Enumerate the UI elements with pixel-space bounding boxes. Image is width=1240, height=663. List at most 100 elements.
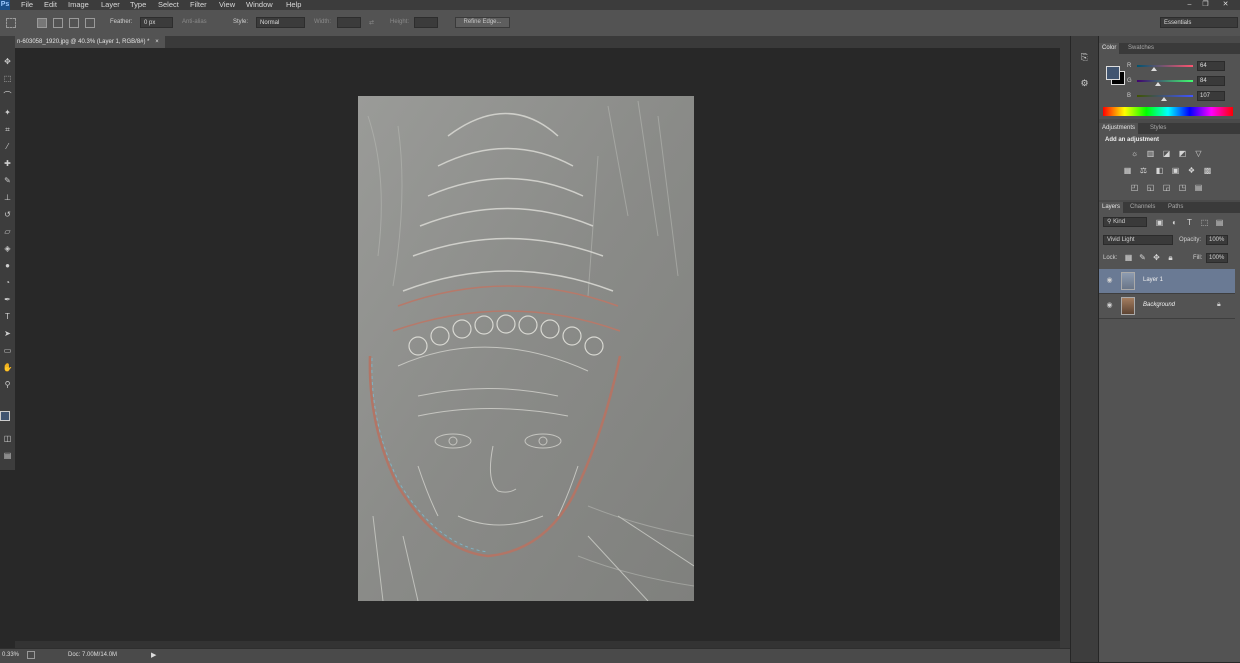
tab-styles[interactable]: Styles bbox=[1147, 123, 1169, 134]
layer-row-background[interactable]: ◉ Background 🔒︎ bbox=[1099, 294, 1235, 319]
r-value[interactable]: 64 bbox=[1197, 61, 1225, 71]
workspace-select[interactable]: Essentials bbox=[1160, 17, 1238, 28]
opacity-input[interactable]: 100% bbox=[1206, 235, 1228, 245]
clone-stamp-icon[interactable]: ⊥ bbox=[2, 192, 13, 203]
menu-type[interactable]: Type bbox=[130, 0, 146, 10]
invert-icon[interactable]: ◰ bbox=[1130, 183, 1139, 192]
width-input[interactable] bbox=[337, 17, 361, 28]
document-image[interactable] bbox=[358, 96, 694, 601]
feather-input[interactable]: 0 px bbox=[140, 17, 173, 28]
document-tab[interactable]: n-603058_1920.jpg @ 40.3% (Layer 1, RGB/… bbox=[15, 36, 165, 48]
posterize-icon[interactable]: ◱ bbox=[1146, 183, 1155, 192]
history-brush-icon[interactable]: ↺ bbox=[2, 209, 13, 220]
intersect-selection-icon[interactable] bbox=[85, 18, 95, 28]
paint-bucket-icon[interactable]: ◈ bbox=[2, 243, 13, 254]
fill-input[interactable]: 100% bbox=[1206, 253, 1228, 263]
menu-edit[interactable]: Edit bbox=[44, 0, 57, 10]
foreground-color-swatch[interactable] bbox=[0, 411, 10, 421]
curves-icon[interactable]: ◪ bbox=[1162, 149, 1171, 158]
menu-file[interactable]: File bbox=[21, 0, 33, 10]
minimize-button[interactable]: – bbox=[1183, 0, 1196, 10]
move-tool-icon[interactable]: ✥ bbox=[2, 56, 13, 67]
refine-edge-button[interactable]: Refine Edge... bbox=[455, 17, 510, 28]
menu-filter[interactable]: Filter bbox=[190, 0, 207, 10]
eraser-icon[interactable]: ▱ bbox=[2, 226, 13, 237]
status-menu-arrow-icon[interactable]: ▶ bbox=[151, 651, 156, 659]
slider-thumb[interactable] bbox=[1155, 82, 1162, 86]
zoom-level[interactable]: 0.33% bbox=[2, 652, 19, 658]
layer-filter-select[interactable]: ⚲ Kind bbox=[1103, 217, 1147, 227]
menu-help[interactable]: Help bbox=[286, 0, 301, 10]
hand-tool-icon[interactable]: ✋ bbox=[2, 362, 13, 373]
magic-wand-icon[interactable]: ✦ bbox=[2, 107, 13, 118]
new-selection-icon[interactable] bbox=[37, 18, 47, 28]
photo-filter-icon[interactable]: ▣ bbox=[1171, 166, 1180, 175]
visibility-eye-icon[interactable]: ◉ bbox=[1105, 276, 1114, 285]
close-app-button[interactable]: ✕ bbox=[1219, 0, 1232, 10]
menu-view[interactable]: View bbox=[219, 0, 235, 10]
b-slider[interactable] bbox=[1137, 95, 1193, 101]
filter-type-icon[interactable]: T bbox=[1185, 218, 1194, 227]
menu-select[interactable]: Select bbox=[158, 0, 179, 10]
r-slider[interactable] bbox=[1137, 65, 1193, 71]
vibrance-icon[interactable]: ▽ bbox=[1194, 149, 1203, 158]
hue-saturation-icon[interactable]: ▦ bbox=[1123, 166, 1132, 175]
marquee-tool-preset-icon[interactable] bbox=[6, 18, 16, 28]
layer-name[interactable]: Background bbox=[1143, 302, 1175, 308]
g-slider[interactable] bbox=[1137, 80, 1193, 86]
tab-paths[interactable]: Paths bbox=[1165, 202, 1186, 213]
shape-tool-icon[interactable]: ▭ bbox=[2, 345, 13, 356]
brush-tool-icon[interactable]: ✎ bbox=[2, 175, 13, 186]
antialias-checkbox[interactable]: Anti-alias bbox=[182, 19, 207, 25]
lock-position-icon[interactable]: ✥ bbox=[1152, 253, 1161, 262]
color-lookup-icon[interactable]: ▩ bbox=[1203, 166, 1212, 175]
visibility-eye-icon[interactable]: ◉ bbox=[1105, 301, 1114, 310]
style-select[interactable]: Normal bbox=[256, 17, 305, 28]
properties-panel-icon[interactable]: ⚙ bbox=[1079, 78, 1090, 89]
eyedropper-icon[interactable]: ⁄ bbox=[2, 141, 13, 152]
layer-row-layer-1[interactable]: ◉ Layer 1 bbox=[1099, 269, 1235, 294]
filter-adjustment-icon[interactable]: ◐ bbox=[1170, 218, 1179, 227]
marquee-tool-icon[interactable]: ⬚ bbox=[2, 73, 13, 84]
menu-window[interactable]: Window bbox=[246, 0, 273, 10]
path-selection-icon[interactable]: ➤ bbox=[2, 328, 13, 339]
blend-mode-select[interactable]: Vivid Light bbox=[1103, 235, 1173, 245]
add-selection-icon[interactable] bbox=[53, 18, 63, 28]
filter-pixel-icon[interactable]: ▣ bbox=[1155, 218, 1164, 227]
lock-all-icon[interactable]: 🔒︎ bbox=[1166, 253, 1175, 262]
healing-brush-icon[interactable]: ✚ bbox=[2, 158, 13, 169]
height-input[interactable] bbox=[414, 17, 438, 28]
channel-mixer-icon[interactable]: ❖ bbox=[1187, 166, 1196, 175]
filter-shape-icon[interactable]: ⬚ bbox=[1200, 218, 1209, 227]
blur-tool-icon[interactable]: ● bbox=[2, 260, 13, 271]
tab-adjustments[interactable]: Adjustments bbox=[1099, 123, 1139, 134]
crop-tool-icon[interactable]: ⌗ bbox=[2, 124, 13, 135]
subtract-selection-icon[interactable] bbox=[69, 18, 79, 28]
lock-transparent-icon[interactable]: ▦ bbox=[1124, 253, 1133, 262]
color-balance-icon[interactable]: ⚖ bbox=[1139, 166, 1148, 175]
lasso-tool-icon[interactable]: ⌒ bbox=[2, 90, 13, 101]
slider-thumb[interactable] bbox=[1160, 97, 1167, 101]
pen-tool-icon[interactable]: ✒ bbox=[2, 294, 13, 305]
restore-button[interactable]: ❐ bbox=[1199, 0, 1212, 10]
horizontal-scrollbar[interactable] bbox=[15, 641, 1060, 648]
quick-mask-icon[interactable]: ◫ bbox=[2, 433, 13, 444]
fg-color-swatch[interactable] bbox=[1106, 66, 1120, 80]
color-spectrum[interactable] bbox=[1103, 107, 1233, 116]
black-white-icon[interactable]: ◧ bbox=[1155, 166, 1164, 175]
filter-smart-icon[interactable]: ▤ bbox=[1215, 218, 1224, 227]
export-icon[interactable] bbox=[27, 651, 35, 659]
layer-name[interactable]: Layer 1 bbox=[1143, 277, 1163, 283]
screen-mode-icon[interactable]: ▤ bbox=[2, 450, 13, 461]
threshold-icon[interactable]: ◲ bbox=[1162, 183, 1171, 192]
levels-icon[interactable]: ▥ bbox=[1146, 149, 1155, 158]
menu-image[interactable]: Image bbox=[68, 0, 89, 10]
brightness-icon[interactable]: ☼ bbox=[1130, 149, 1139, 158]
slider-thumb[interactable] bbox=[1151, 67, 1157, 71]
tab-swatches[interactable]: Swatches bbox=[1125, 43, 1157, 54]
b-value[interactable]: 107 bbox=[1197, 91, 1225, 101]
vertical-scrollbar[interactable] bbox=[1060, 48, 1070, 648]
close-tab-icon[interactable]: × bbox=[155, 39, 159, 45]
tab-layers[interactable]: Layers bbox=[1099, 202, 1124, 213]
selective-color-icon[interactable]: ▤ bbox=[1194, 183, 1203, 192]
